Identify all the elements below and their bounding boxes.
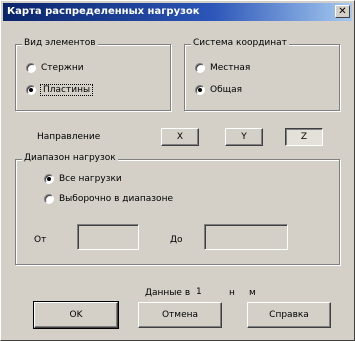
radio-range-indicator[interactable]	[44, 194, 54, 204]
ok-label: OK	[69, 310, 83, 320]
radio-local[interactable]: Местная	[195, 63, 250, 73]
radio-all-loads[interactable]: Все нагрузки	[44, 174, 122, 184]
from-input[interactable]	[77, 224, 139, 250]
to-input[interactable]	[204, 224, 288, 250]
radio-global-label: Общая	[210, 85, 243, 95]
units-label: Данные в	[145, 288, 191, 298]
direction-label: Направление	[37, 132, 101, 142]
close-button[interactable]: ✕	[335, 5, 350, 18]
radio-range-label: Выборочно в диапазоне	[59, 194, 173, 204]
coord-system-group: Система координат Местная Общая	[184, 38, 340, 111]
cancel-button[interactable]: Отмена	[138, 302, 222, 328]
radio-all-loads-indicator[interactable]	[44, 174, 54, 184]
direction-x-button[interactable]: X	[161, 128, 199, 146]
cancel-label: Отмена	[161, 310, 199, 320]
radio-plates[interactable]: Пластины	[26, 84, 94, 96]
direction-z-label: Z	[300, 132, 308, 142]
direction-y-button[interactable]: Y	[225, 128, 263, 146]
coord-system-legend: Система координат	[191, 38, 289, 48]
load-range-group: Диапазон нагрузок Все нагрузки Выборочно…	[15, 153, 340, 265]
units-value: 1	[196, 287, 202, 297]
direction-z-button[interactable]: Z	[285, 128, 323, 146]
radio-plates-indicator[interactable]	[26, 85, 36, 95]
help-button[interactable]: Справка	[247, 302, 331, 328]
radio-all-loads-label: Все нагрузки	[59, 174, 122, 184]
load-map-dialog: Карта распределенных нагрузок ✕ Вид элем…	[0, 0, 355, 341]
radio-global[interactable]: Общая	[195, 85, 242, 95]
direction-y-label: Y	[241, 132, 247, 142]
element-type-group: Вид элементов Стержни Пластины	[15, 38, 171, 111]
close-icon: ✕	[338, 6, 347, 17]
radio-rods[interactable]: Стержни	[26, 63, 84, 73]
load-range-legend: Диапазон нагрузок	[22, 153, 118, 163]
element-type-legend: Вид элементов	[22, 38, 98, 48]
ok-button[interactable]: OK	[33, 301, 119, 329]
units-length: м	[249, 288, 256, 298]
to-label: До	[170, 235, 183, 245]
radio-global-indicator[interactable]	[195, 85, 205, 95]
units-force: н	[229, 288, 235, 298]
window-title: Карта распределенных нагрузок	[7, 6, 200, 17]
radio-plates-label: Пластины	[39, 84, 94, 96]
direction-x-label: X	[176, 132, 184, 142]
from-label: От	[34, 235, 47, 245]
title-bar[interactable]: Карта распределенных нагрузок ✕	[3, 3, 352, 21]
radio-rods-label: Стержни	[41, 63, 84, 73]
help-label: Справка	[269, 310, 309, 320]
radio-local-indicator[interactable]	[195, 63, 205, 73]
radio-local-label: Местная	[210, 63, 251, 73]
radio-range[interactable]: Выборочно в диапазоне	[44, 194, 173, 204]
radio-rods-indicator[interactable]	[26, 63, 36, 73]
